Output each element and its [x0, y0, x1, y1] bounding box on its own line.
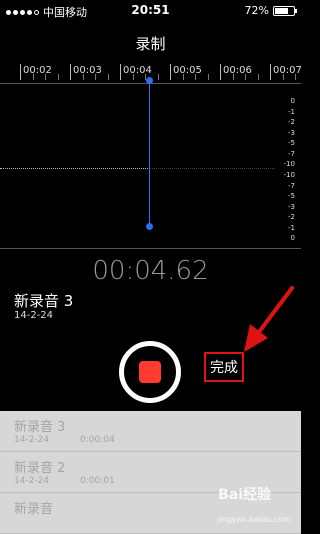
db-scale-label: -2 — [288, 213, 295, 221]
db-scale-upper: 0 -1 -2 -3 -5 -7 -10 — [275, 98, 295, 172]
watermark-url: jingyan.baidu.com — [217, 515, 291, 524]
timeline-minor-tick — [82, 74, 84, 80]
db-scale-label: -5 — [288, 139, 295, 147]
db-scale-label: 0 — [290, 97, 295, 105]
timeline-minor-tick — [45, 74, 46, 80]
elapsed-time: 00:04.62 — [92, 256, 209, 286]
battery-percent: 72% — [244, 4, 269, 17]
stop-record-button[interactable] — [119, 341, 181, 403]
timeline-minor-tick — [32, 74, 34, 80]
timeline-minor-tick — [207, 74, 209, 80]
timeline-minor-tick — [132, 74, 134, 80]
timeline-minor-tick — [282, 74, 284, 80]
recording-name[interactable]: 新录音 3 — [14, 290, 73, 311]
timeline-major-tick — [20, 64, 21, 80]
recording-date: 14-2-24 — [14, 310, 54, 321]
list-item-name: 新录音 3 — [14, 420, 66, 435]
timeline-tick-label: 00:03 — [73, 65, 102, 76]
playhead-bottom-handle[interactable] — [146, 223, 153, 230]
timeline-tick-label: 00:04 — [123, 65, 152, 76]
timeline-minor-tick — [245, 74, 246, 80]
timeline-tick-label: 00:05 — [173, 65, 202, 76]
stop-icon — [139, 361, 161, 383]
timeline-minor-tick — [257, 74, 259, 80]
list-item-date: 14-2-24 — [14, 476, 50, 486]
timeline-tick-label: 00:06 — [223, 65, 252, 76]
list-item[interactable]: 新录音 3 14-2-24 0:00:04 — [0, 411, 301, 452]
battery-icon — [273, 5, 297, 16]
timeline-minor-tick — [107, 74, 109, 80]
timeline-minor-tick — [232, 74, 234, 80]
list-item-duration: 0:00:01 — [80, 476, 115, 486]
list-item-name: 新录音 — [14, 502, 54, 517]
db-scale-label: -10 — [283, 171, 295, 179]
timeline-minor-tick — [195, 74, 196, 80]
timeline-minor-tick — [295, 74, 296, 80]
timeline-minor-tick — [57, 74, 59, 80]
timeline-major-tick — [70, 64, 71, 80]
timeline-major-tick — [220, 64, 221, 80]
waveform-bottom-border — [0, 248, 301, 249]
timeline-tick-label: 00:02 — [23, 65, 52, 76]
list-item-name: 新录音 2 — [14, 461, 66, 476]
list-item-duration: 0:00:04 — [80, 435, 115, 445]
db-scale-label: -2 — [288, 118, 295, 126]
watermark-logo: Bai经验 — [218, 487, 271, 503]
waveform-centerline — [150, 168, 275, 169]
battery-info: 72% — [244, 4, 297, 17]
waveform-recorded — [0, 168, 150, 169]
playhead-top-handle[interactable] — [146, 77, 153, 84]
playhead-line[interactable] — [149, 80, 150, 228]
done-button[interactable]: 完成 — [204, 352, 244, 382]
timeline-minor-tick — [157, 74, 159, 80]
timeline-major-tick — [170, 64, 171, 80]
timeline-major-tick — [120, 64, 121, 80]
timeline-minor-tick — [182, 74, 184, 80]
db-scale-label: -5 — [288, 192, 295, 200]
list-item-date: 14-2-24 — [14, 435, 50, 445]
timeline-tick-label: 00:07 — [273, 65, 302, 76]
db-scale-label: 0 — [290, 234, 295, 242]
db-scale-label: -10 — [283, 160, 295, 168]
annotation-arrow-icon — [244, 286, 294, 352]
timeline-minor-tick — [95, 74, 96, 80]
db-scale-lower: -10 -7 -5 -3 -2 -1 0 — [275, 172, 295, 246]
timeline-major-tick — [270, 64, 271, 80]
status-bar: 中国移动 20:51 72% — [0, 0, 301, 20]
page-title: 录制 — [135, 35, 166, 53]
